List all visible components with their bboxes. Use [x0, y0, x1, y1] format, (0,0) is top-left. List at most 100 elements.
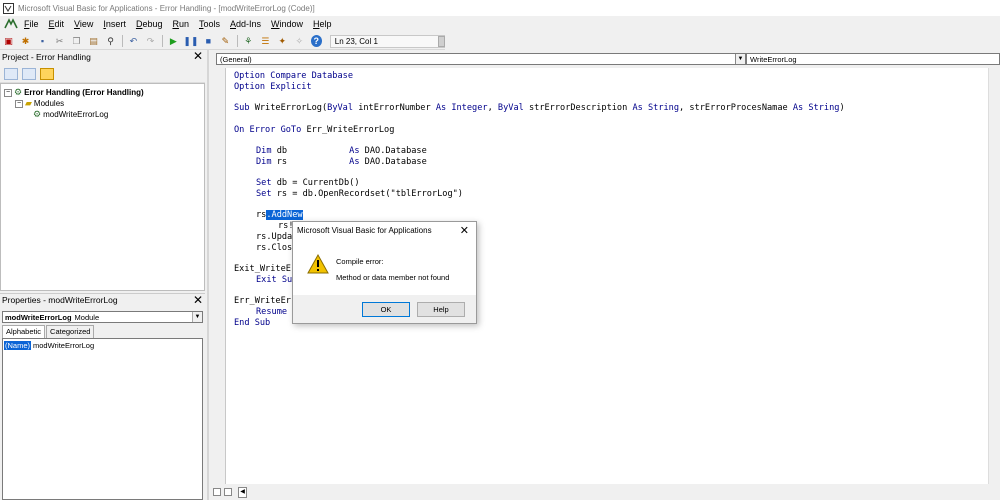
properties-icon[interactable]: ☰ [260, 35, 271, 47]
redo-icon[interactable]: ↷ [145, 35, 156, 47]
menu-window[interactable]: Window [271, 19, 303, 29]
warning-icon [307, 254, 329, 274]
copy-icon[interactable]: ❐ [71, 35, 82, 47]
error-highlight: .AddNew [266, 210, 303, 220]
properties-object-name: modWriteErrorLog [5, 312, 72, 322]
menu-help[interactable]: Help [313, 19, 332, 29]
vba-menu-icon[interactable] [4, 18, 18, 30]
dialog-message-title: Compile error: [336, 257, 384, 266]
scroll-left-icon[interactable]: ◀ [238, 486, 247, 498]
chevron-down-icon[interactable]: ▼ [735, 54, 745, 64]
close-icon[interactable]: ✕ [193, 50, 203, 62]
code-line[interactable]: On Error GoTo Err_WriteErrorLog [234, 125, 394, 135]
code-line[interactable]: Dim rs As DAO.Database [256, 157, 427, 167]
code-line[interactable]: rs.Clos [256, 243, 292, 253]
view-access-icon[interactable]: ▣ [3, 35, 14, 47]
tree-root[interactable]: − ⚙ Error Handling (Error Handling) [4, 87, 144, 98]
dialog-footer: OK Help [293, 295, 476, 323]
paste-icon[interactable]: ▤ [88, 35, 99, 47]
help-icon[interactable]: ? [310, 35, 322, 47]
compile-error-dialog: Microsoft Visual Basic for Applications … [292, 221, 477, 324]
break-icon[interactable]: ❚❚ [183, 35, 198, 47]
code-line[interactable]: End Sub [234, 318, 270, 328]
title-bar: Microsoft Visual Basic for Applications … [0, 0, 1000, 16]
save-icon[interactable]: ▪ [37, 35, 48, 47]
insert-module-icon[interactable]: ✱ [20, 35, 31, 47]
tab-alphabetic[interactable]: Alphabetic [2, 325, 46, 338]
menu-file[interactable]: File [24, 19, 39, 29]
toolbar-separator [236, 35, 238, 47]
code-line[interactable]: rs.Upda [256, 232, 292, 242]
code-line[interactable]: Option Explicit [234, 82, 312, 92]
object-browser-icon[interactable]: ✦ [277, 35, 288, 47]
project-explorer-icon[interactable]: ⚘ [243, 35, 254, 47]
code-line[interactable]: Set db = CurrentDb() [256, 178, 360, 188]
code-line[interactable]: Resume [256, 307, 287, 317]
property-row[interactable]: (Name) modWriteErrorLog [4, 341, 94, 350]
tree-folder[interactable]: − ▰ Modules [15, 98, 64, 109]
project-icon: ⚙ [14, 87, 23, 97]
menu-view[interactable]: View [74, 19, 93, 29]
code-line[interactable]: Exit_WriteEr [234, 264, 296, 274]
module-icon: ⚙ [33, 109, 42, 119]
window-title: Microsoft Visual Basic for Applications … [18, 3, 315, 13]
code-line[interactable]: Set rs = db.OpenRecordset("tblErrorLog") [256, 189, 463, 199]
properties-tabs: Alphabetic Categorized [2, 325, 95, 338]
view-code-icon[interactable] [4, 67, 18, 80]
close-icon[interactable]: ✕ [460, 224, 469, 237]
dialog-message: Method or data member not found [336, 273, 450, 282]
code-line[interactable]: Option Compare Database [234, 71, 353, 81]
vba-app-icon [3, 2, 14, 14]
close-icon[interactable]: ✕ [193, 294, 203, 306]
run-icon[interactable]: ▶ [168, 35, 179, 47]
tree-module[interactable]: ⚙ modWriteErrorLog [33, 109, 108, 120]
collapse-icon[interactable]: − [15, 99, 23, 108]
view-object-icon[interactable] [22, 67, 36, 80]
toolbar-grip[interactable] [438, 36, 445, 47]
menu-bar: File Edit View Insert Debug Run Tools Ad… [0, 16, 1000, 32]
ok-button[interactable]: OK [362, 302, 410, 317]
project-toolbar [0, 65, 205, 83]
help-button[interactable]: Help [417, 302, 465, 317]
code-line[interactable]: Sub WriteErrorLog(ByVal intErrorNumber A… [234, 103, 845, 113]
menu-run[interactable]: Run [172, 19, 189, 29]
vertical-scrollbar[interactable] [988, 68, 1000, 484]
tree-module-label: modWriteErrorLog [43, 110, 109, 119]
code-margin[interactable] [210, 68, 225, 484]
reset-icon[interactable]: ■ [203, 35, 214, 47]
design-mode-icon[interactable]: ✎ [220, 35, 231, 47]
project-pane-title: Project - Error Handling [2, 51, 91, 62]
pane-splitter[interactable] [207, 50, 209, 500]
project-pane-header: Project - Error Handling ✕ [0, 50, 205, 63]
full-module-view-icon[interactable] [224, 488, 232, 496]
procedure-combo[interactable]: WriteErrorLog [746, 53, 1000, 65]
toggle-folders-icon[interactable] [40, 67, 54, 80]
object-combo-value: (General) [220, 54, 252, 64]
menu-edit[interactable]: Edit [49, 19, 65, 29]
menu-tools[interactable]: Tools [199, 19, 220, 29]
dialog-title: Microsoft Visual Basic for Applications [297, 226, 432, 235]
menu-add-ins[interactable]: Add-Ins [230, 19, 261, 29]
properties-object-select[interactable]: modWriteErrorLog Module ▼ [2, 311, 203, 323]
menu-insert[interactable]: Insert [103, 19, 126, 29]
code-line[interactable]: Err_WriteEr [234, 296, 291, 306]
undo-icon[interactable]: ↶ [128, 35, 139, 47]
tab-categorized[interactable]: Categorized [46, 325, 95, 338]
chevron-down-icon[interactable]: ▼ [192, 312, 202, 322]
folder-icon: ▰ [25, 98, 32, 108]
cut-icon[interactable]: ✂ [54, 35, 65, 47]
tree-root-label: Error Handling (Error Handling) [24, 88, 144, 97]
properties-grid: (Name) modWriteErrorLog [2, 338, 203, 500]
code-line[interactable]: Dim db As DAO.Database [256, 146, 427, 156]
object-combo[interactable]: (General) ▼ [216, 53, 746, 65]
dialog-body: Compile error: Method or data member not… [293, 245, 476, 295]
toolbox-icon[interactable]: ✧ [294, 35, 305, 47]
properties-pane-header: Properties - modWriteErrorLog ✕ [0, 293, 205, 306]
menu-debug[interactable]: Debug [136, 19, 163, 29]
collapse-icon[interactable]: − [4, 88, 12, 97]
find-icon[interactable]: ⚲ [105, 35, 116, 47]
properties-object-type: Module [74, 312, 100, 322]
procedure-view-icon[interactable] [213, 488, 221, 496]
property-value[interactable]: modWriteErrorLog [31, 341, 94, 350]
code-line[interactable]: rs.AddNew [256, 210, 303, 220]
